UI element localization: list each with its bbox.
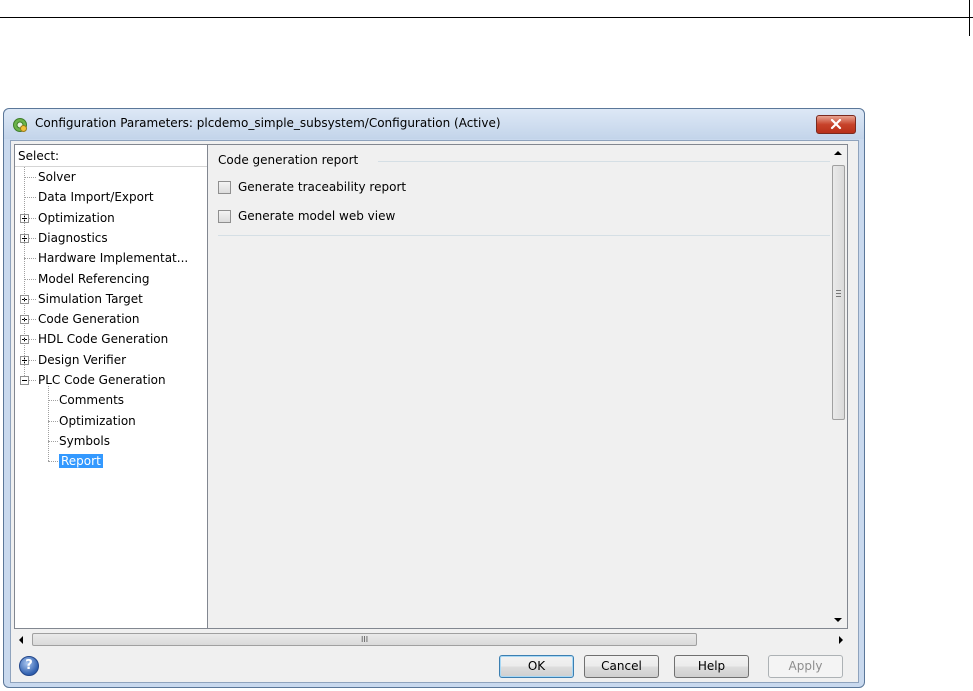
model-web-view-option[interactable]: Generate model web view xyxy=(218,207,395,225)
tree-item-label: Solver xyxy=(38,170,76,184)
grip-icon: III xyxy=(361,635,369,644)
tree-item[interactable]: Symbols xyxy=(59,431,110,451)
tree-item-label: PLC Code Generation xyxy=(38,373,166,387)
tree-connector xyxy=(48,461,58,463)
tree-item[interactable]: Data Import/Export xyxy=(38,187,154,207)
tree-item-label: Diagnostics xyxy=(38,230,108,245)
tree-item-label: Optimization xyxy=(59,413,136,428)
tree-item[interactable]: PLC Code Generation xyxy=(38,370,166,390)
settings-content-pane: Code generation report Generate traceabi… xyxy=(208,144,848,629)
tree-item[interactable]: HDL Code Generation xyxy=(38,329,168,349)
group-title: Code generation report xyxy=(218,153,359,167)
code-generation-report-group: Code generation report Generate traceabi… xyxy=(218,153,832,236)
navigation-tree-pane: Select: Solver Data Import/Export Optimiza… xyxy=(14,144,208,629)
tree-item-label: Comments xyxy=(59,393,125,408)
page-header-tick xyxy=(969,0,970,36)
horizontal-scrollbar[interactable]: III xyxy=(14,631,848,648)
tree-item[interactable]: Diagnostics xyxy=(38,228,108,248)
tree-item[interactable]: Solver xyxy=(38,167,76,187)
tree-item-label: HDL Code Generation xyxy=(38,332,169,347)
vertical-scroll-thumb[interactable] xyxy=(832,165,845,420)
ok-button[interactable]: OK xyxy=(499,655,574,678)
window-title: Configuration Parameters: plcdemo_simple… xyxy=(35,116,501,130)
gear-icon xyxy=(13,118,27,132)
scroll-up-arrow-icon[interactable] xyxy=(834,151,842,155)
tree-item-label: Report xyxy=(59,454,103,469)
tree-item-label: Hardware Implementat... xyxy=(38,251,189,266)
tree-header: Select: xyxy=(15,145,207,167)
collapse-minus-icon[interactable] xyxy=(20,376,29,385)
tree-item-label: Optimization xyxy=(38,210,115,225)
model-web-view-label: Generate model web view xyxy=(238,209,396,223)
page-header-rule xyxy=(0,17,973,18)
title-bar[interactable]: Configuration Parameters: plcdemo_simple… xyxy=(4,109,864,139)
tree-item[interactable]: Optimization xyxy=(38,208,115,228)
tree-connector xyxy=(48,386,49,462)
tree-connector xyxy=(48,420,58,422)
tree-item-label: Simulation Target xyxy=(38,291,143,306)
horizontal-scroll-thumb[interactable]: III xyxy=(32,633,697,646)
tree-item[interactable]: Comments xyxy=(59,390,124,410)
tree-item[interactable]: Hardware Implementat... xyxy=(38,248,188,268)
cancel-button[interactable]: Cancel xyxy=(584,655,659,678)
dialog-client-area: Select: Solver Data Import/Export Optimiza… xyxy=(10,140,859,683)
tree-connector xyxy=(48,440,58,442)
tree-item[interactable]: Simulation Target xyxy=(38,289,143,309)
model-web-view-checkbox[interactable] xyxy=(218,209,231,223)
vertical-scrollbar[interactable] xyxy=(830,145,847,628)
close-button[interactable] xyxy=(816,115,856,134)
tree-item[interactable]: Code Generation xyxy=(38,309,139,329)
tree-connector xyxy=(24,177,36,178)
tree-item-label: Symbols xyxy=(59,433,110,448)
traceability-report-checkbox[interactable] xyxy=(218,180,231,194)
close-icon xyxy=(830,119,842,130)
configuration-parameters-dialog: Configuration Parameters: plcdemo_simple… xyxy=(3,108,865,688)
tree-item[interactable]: Report xyxy=(59,451,103,471)
scroll-down-arrow-icon[interactable] xyxy=(834,618,842,622)
tree-connector xyxy=(48,400,58,402)
tree-connector xyxy=(24,258,36,260)
traceability-report-label: Generate traceability report xyxy=(238,180,407,194)
help-button[interactable]: Help xyxy=(674,655,749,678)
tree-item[interactable]: Optimization xyxy=(59,411,136,431)
tree-item[interactable]: Model Referencing xyxy=(38,269,149,289)
tree-item-label: Model Referencing xyxy=(38,271,150,286)
tree-item-label: Data Import/Export xyxy=(38,190,154,205)
tree-item-label: Code Generation xyxy=(38,312,140,327)
tree-item[interactable]: Design Verifier xyxy=(38,350,126,370)
tree-connector xyxy=(24,197,36,199)
scroll-right-arrow-icon[interactable] xyxy=(839,636,843,644)
traceability-report-option[interactable]: Generate traceability report xyxy=(218,178,406,196)
grip-icon xyxy=(836,290,841,297)
tree-item-label: Design Verifier xyxy=(38,352,127,367)
help-icon[interactable]: ? xyxy=(19,656,39,676)
tree-connector xyxy=(24,278,36,280)
scroll-left-arrow-icon[interactable] xyxy=(19,636,23,644)
tree-connector xyxy=(24,167,25,376)
apply-button[interactable]: Apply xyxy=(768,655,843,678)
group-divider xyxy=(378,161,832,162)
